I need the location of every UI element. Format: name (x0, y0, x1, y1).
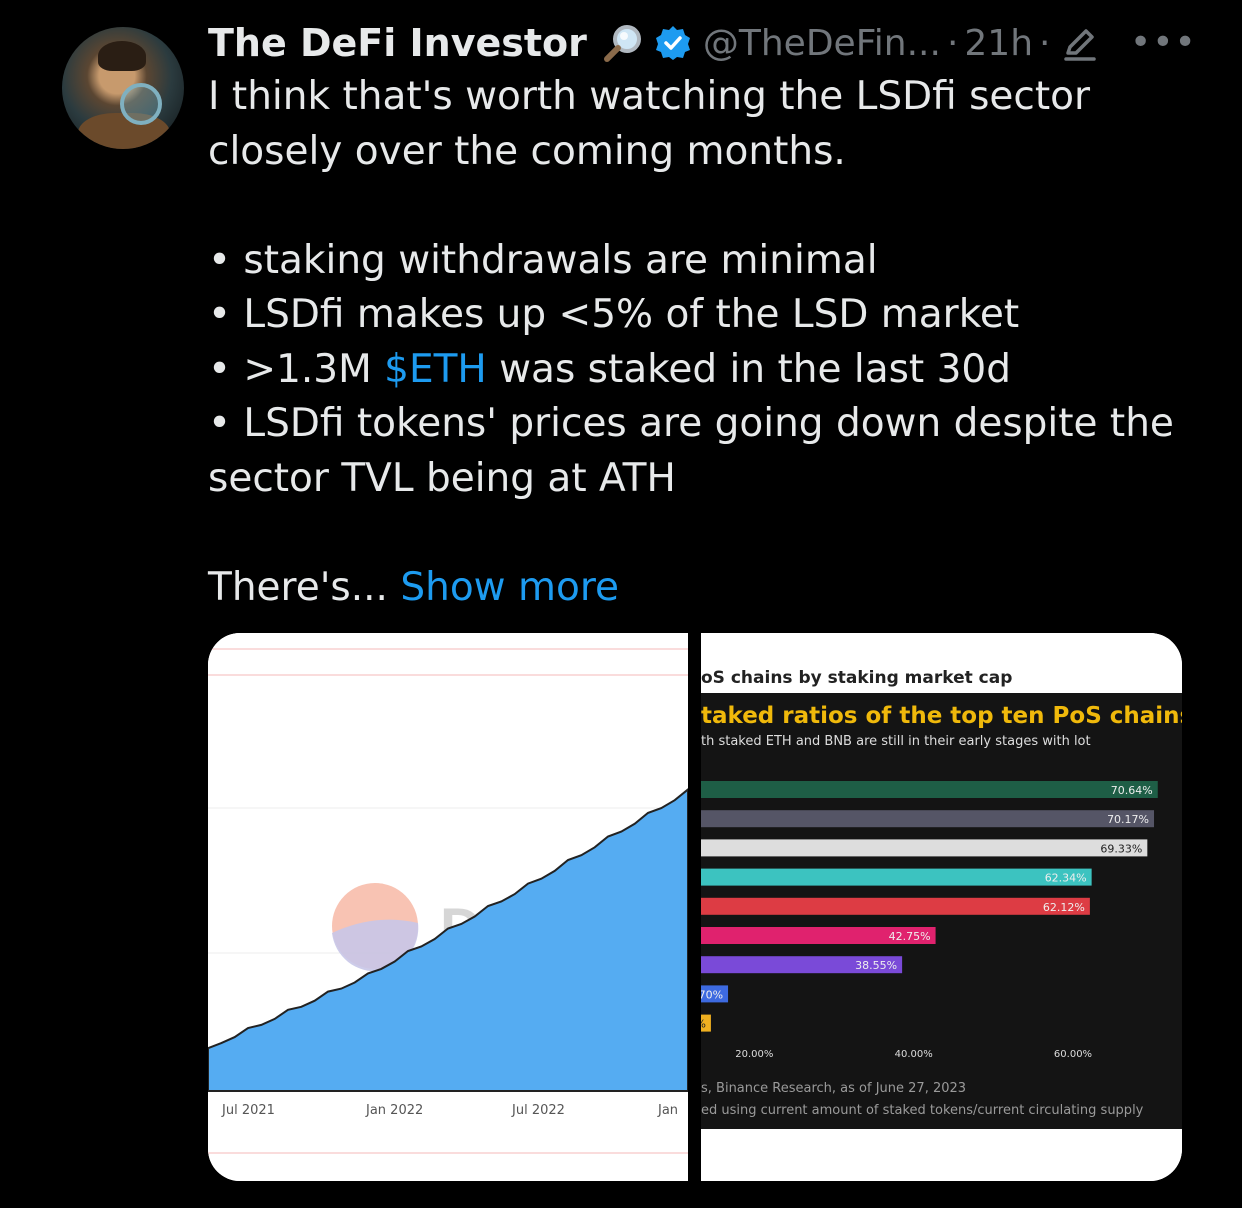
area-series (208, 788, 688, 1092)
bar-value-label: 70.17% (1107, 813, 1149, 826)
tweet-timestamp[interactable]: 21h (964, 23, 1033, 64)
media-image-left[interactable]: Dune Jul 2021Jan 2022Jul 2022Jan (208, 633, 688, 1181)
bar-value-label: 70.64% (1111, 784, 1153, 797)
bar-value-label: 16.70% (701, 988, 723, 1001)
bullet-text: was staked in the last 30d (486, 346, 1011, 392)
bar-value-label: 69.33% (1100, 842, 1142, 855)
author-name[interactable]: The DeFi Investor (208, 21, 587, 65)
bar (701, 839, 1148, 857)
area-chart: Dune Jul 2021Jan 2022Jul 2022Jan (208, 648, 688, 1154)
bullet-item: • staking withdrawals are minimal (208, 237, 878, 283)
cashtag-link[interactable]: $ETH (384, 347, 487, 392)
tweet-media[interactable]: Dune Jul 2021Jan 2022Jul 2022Jan oS chai… (208, 633, 1182, 1181)
bullet-item: • LSDfi tokens' prices are going down de… (208, 401, 1174, 446)
bar (701, 781, 1158, 798)
bullet-text: • >1.3M (208, 346, 385, 392)
bullet-item: • LSDfi makes up <5% of the LSD market (208, 292, 1020, 337)
separator-dot-2: · (1039, 22, 1051, 64)
teaser-line: There's... Show more (208, 561, 1208, 616)
avatar-magnifier (120, 83, 162, 125)
x-tick-label: 20.00% (735, 1049, 773, 1060)
verified-badge-icon[interactable] (655, 25, 691, 61)
x-tick-label: Jul 2021 (221, 1103, 275, 1118)
more-options-button[interactable]: ••• (1130, 22, 1197, 63)
bar-value-label: 38.55% (855, 959, 897, 972)
chart-title: taked ratios of the top ten PoS chains (701, 703, 1182, 729)
bullet-item-continued: sector TVL being at ATH (208, 455, 676, 501)
magnifying-glass-icon (603, 25, 641, 62)
x-tick-label: Jan 2022 (365, 1103, 423, 1118)
bar (701, 810, 1155, 828)
chart-header: oS chains by staking market cap (701, 668, 1012, 688)
bar-value-label: 62.34% (1045, 872, 1087, 885)
media-divider (688, 633, 701, 1181)
bar (701, 868, 1092, 886)
x-tick-label: Jul 2022 (511, 1103, 565, 1118)
x-tick-label: 40.00% (895, 1049, 933, 1060)
bar-value-label: 42.75% (889, 930, 931, 943)
teaser-text: There's... (208, 564, 401, 610)
show-more-link[interactable]: Show more (400, 565, 619, 610)
bullet-item: • >1.3M $ETH was staked in the last 30d (208, 343, 1208, 398)
media-image-right[interactable]: oS chains by staking market cap taked ra… (701, 633, 1182, 1181)
bar (701, 897, 1090, 915)
x-tick-label: Jan (657, 1103, 678, 1118)
chart-source: s, Binance Research, as of June 27, 2023 (701, 1081, 966, 1096)
tweet-text: I think that's worth watching the LSDfi … (208, 70, 1208, 615)
separator-dot: · (946, 22, 959, 64)
bar-value-label: 62.12% (1043, 901, 1085, 914)
chart-subtitle: th staked ETH and BNB are still in their… (701, 734, 1091, 749)
tweet-header: The DeFi Investor @TheDeFin... · 21h · (208, 18, 1100, 68)
avatar[interactable] (62, 27, 184, 149)
chart-note: ed using current amount of staked tokens… (701, 1103, 1144, 1118)
author-handle[interactable]: @TheDeFin... (703, 23, 941, 64)
avatar-hair (98, 41, 146, 71)
text-line: closely over the coming months. (208, 128, 846, 174)
pencil-icon[interactable] (1060, 23, 1100, 63)
bar-value-label: 14.55% (701, 1018, 706, 1031)
x-tick-label: 60.00% (1054, 1049, 1092, 1060)
text-line: I think that's worth watching the LSDfi … (208, 74, 1091, 119)
bar-chart: oS chains by staking market cap taked ra… (701, 668, 1182, 1129)
x-axis-ticks: Jul 2021 Jan 2022 Jul 2022 Jan (221, 1103, 678, 1118)
